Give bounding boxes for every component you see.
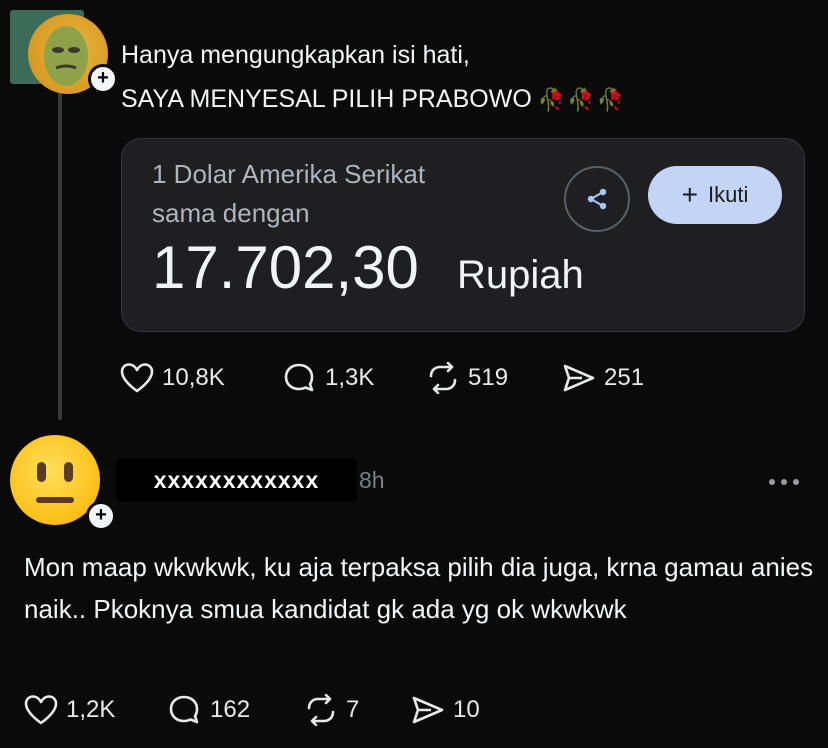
like-count: 10,8K [162,364,225,391]
reply-comment-count: 162 [210,696,251,723]
comment-icon [169,695,199,724]
reply-repost-count: 7 [346,696,360,723]
avatar[interactable]: + [10,10,118,94]
card-source-currency: 1 Dolar Amerika Serikat [152,159,426,189]
send-icon [412,696,444,724]
card-equals-label: sama dengan [152,198,310,228]
post-text-line-2-text: SAYA MENYESAL PILIH PRABOWO [121,85,532,113]
reply-like-count: 1,2K [66,696,116,723]
share-button[interactable] [564,166,630,232]
avatar-eye [37,462,46,482]
card-amount: 17.702,30 [152,234,419,301]
comment-button[interactable]: 1,3K [283,362,374,394]
heart-icon [24,695,58,725]
like-button[interactable]: 10,8K [120,362,225,394]
share-icon [587,188,607,210]
follow-plus-badge[interactable]: + [86,501,116,531]
reply-avatar[interactable]: + [10,435,116,531]
avatar-eye [64,462,73,482]
follow-button[interactable]: + Ikuti [648,166,782,224]
reply-username[interactable]: xxxxxxxxxxxx [116,458,357,502]
comment-count: 1,3K [325,364,375,391]
repost-icon [429,362,457,394]
post-text-line-1: Hanya mengungkapkan isi hati, [121,41,470,69]
thread-line [58,88,62,420]
more-options-icon[interactable] [767,474,801,492]
reply-send-count: 10 [453,696,480,723]
comment-icon [284,363,314,392]
card-target-currency: Rupiah [457,253,584,297]
currency-conversion-card[interactable]: 1 Dolar Amerika Serikat sama dengan 17.7… [121,138,805,332]
repost-count: 519 [468,364,509,391]
reply-timestamp: 8h [359,467,385,493]
send-button[interactable]: 251 [562,362,644,394]
follow-label: Ikuti [708,182,749,207]
post-text-line-2: SAYA MENYESAL PILIH PRABOWO 🥀🥀🥀 [121,81,626,118]
follow-plus-badge[interactable]: + [88,64,118,94]
plus-icon: + [681,179,698,210]
repost-icon [307,694,335,726]
avatar-mouth [36,497,74,503]
reply-comment-button[interactable]: 162 [168,694,250,726]
send-count: 251 [604,364,645,391]
repost-button[interactable]: 519 [426,362,508,394]
wilted-rose-emoji: 🥀🥀🥀 [537,87,626,112]
send-icon [563,364,595,392]
reply-send-button[interactable]: 10 [411,694,480,726]
reply-text: Mon maap wkwkwk, ku aja terpaksa pilih d… [24,552,814,624]
reply-like-button[interactable]: 1,2K [24,694,115,726]
reply-repost-button[interactable]: 7 [304,694,359,726]
heart-icon [120,363,154,393]
